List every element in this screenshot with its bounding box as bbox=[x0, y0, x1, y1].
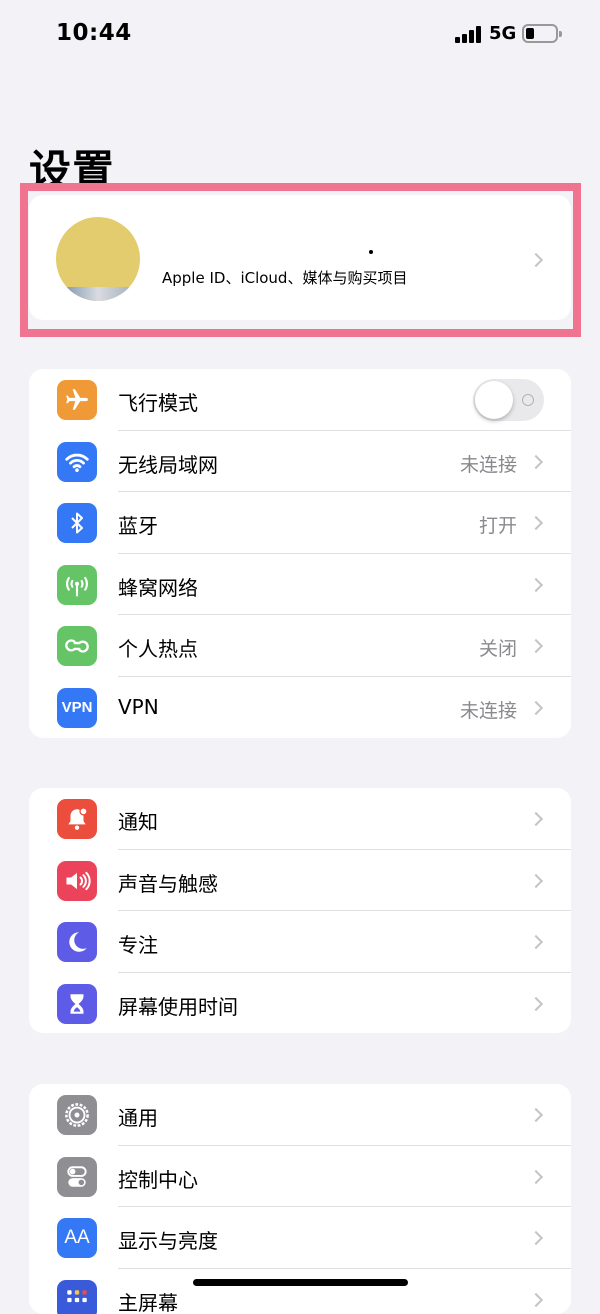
row-cellular[interactable]: 蜂窝网络 bbox=[29, 554, 571, 616]
row-value: 关闭 bbox=[479, 634, 517, 661]
row-value: 未连接 bbox=[460, 450, 517, 477]
chevron-right-icon bbox=[529, 873, 543, 887]
wifi-icon bbox=[57, 442, 97, 482]
row-airplane-mode[interactable]: 飞行模式 bbox=[29, 369, 571, 431]
row-display-brightness[interactable]: AA 显示与亮度 bbox=[29, 1207, 571, 1269]
row-label: 显示与亮度 bbox=[118, 1225, 218, 1254]
hotspot-icon bbox=[57, 626, 97, 666]
status-bar: 10:44 5G bbox=[0, 0, 600, 70]
chevron-right-icon bbox=[529, 996, 543, 1010]
row-bluetooth[interactable]: 蓝牙 打开 bbox=[29, 492, 571, 554]
row-value: 未连接 bbox=[460, 696, 517, 723]
home-screen-icon bbox=[57, 1280, 97, 1314]
chevron-right-icon bbox=[529, 577, 543, 591]
notifications-icon bbox=[57, 799, 97, 839]
display-icon: AA bbox=[57, 1218, 97, 1258]
row-screen-time[interactable]: 屏幕使用时间 bbox=[29, 973, 571, 1034]
row-personal-hotspot[interactable]: 个人热点 关闭 bbox=[29, 615, 571, 677]
chevron-right-icon bbox=[529, 1169, 543, 1183]
signal-icon bbox=[455, 25, 483, 43]
row-home-screen[interactable]: 主屏幕 bbox=[29, 1269, 571, 1314]
row-value: 打开 bbox=[479, 511, 517, 538]
row-notifications[interactable]: 通知 bbox=[29, 788, 571, 850]
hourglass-icon bbox=[57, 984, 97, 1024]
chevron-right-icon bbox=[529, 1292, 543, 1306]
row-control-center[interactable]: 控制中心 bbox=[29, 1146, 571, 1208]
row-focus[interactable]: 专注 bbox=[29, 911, 571, 973]
row-label: 蓝牙 bbox=[118, 510, 158, 539]
row-label: 无线局域网 bbox=[118, 449, 218, 478]
row-general[interactable]: 通用 bbox=[29, 1084, 571, 1146]
home-indicator[interactable] bbox=[193, 1279, 408, 1286]
row-label: 通知 bbox=[118, 806, 158, 835]
chevron-right-icon bbox=[529, 639, 543, 653]
status-time: 10:44 bbox=[56, 20, 132, 46]
row-wifi[interactable]: 无线局域网 未连接 bbox=[29, 431, 571, 493]
row-vpn[interactable]: VPN VPN 未连接 bbox=[29, 677, 571, 739]
row-label: 专注 bbox=[118, 929, 158, 958]
moon-icon bbox=[57, 922, 97, 962]
vpn-icon: VPN bbox=[57, 688, 97, 728]
row-label: 通用 bbox=[118, 1102, 158, 1131]
row-label: VPN bbox=[118, 695, 159, 719]
chevron-right-icon bbox=[529, 1108, 543, 1122]
battery-icon bbox=[522, 24, 558, 43]
row-label: 蜂窝网络 bbox=[118, 572, 198, 601]
cellular-icon bbox=[57, 565, 97, 605]
row-label: 个人热点 bbox=[118, 633, 198, 662]
row-label: 飞行模式 bbox=[118, 387, 198, 416]
chevron-right-icon bbox=[529, 812, 543, 826]
chevron-right-icon bbox=[529, 700, 543, 714]
connectivity-group: 飞行模式 无线局域网 未连接 蓝牙 打开 蜂窝网络 bbox=[29, 369, 571, 738]
network-type: 5G bbox=[489, 23, 516, 44]
notifications-group: 通知 声音与触感 专注 屏幕使用时间 bbox=[29, 788, 571, 1033]
airplane-mode-toggle[interactable] bbox=[473, 379, 544, 421]
chevron-right-icon bbox=[529, 454, 543, 468]
row-label: 声音与触感 bbox=[118, 868, 218, 897]
row-label: 控制中心 bbox=[118, 1164, 198, 1193]
bluetooth-icon bbox=[57, 503, 97, 543]
chevron-right-icon bbox=[529, 935, 543, 949]
highlight-box bbox=[20, 183, 581, 337]
airplane-icon bbox=[57, 380, 97, 420]
row-sounds-haptics[interactable]: 声音与触感 bbox=[29, 850, 571, 912]
row-label: 主屏幕 bbox=[118, 1287, 178, 1314]
row-label: 屏幕使用时间 bbox=[118, 991, 238, 1020]
sound-icon bbox=[57, 861, 97, 901]
chevron-right-icon bbox=[529, 1231, 543, 1245]
control-center-icon bbox=[57, 1157, 97, 1197]
gear-icon bbox=[57, 1095, 97, 1135]
chevron-right-icon bbox=[529, 516, 543, 530]
